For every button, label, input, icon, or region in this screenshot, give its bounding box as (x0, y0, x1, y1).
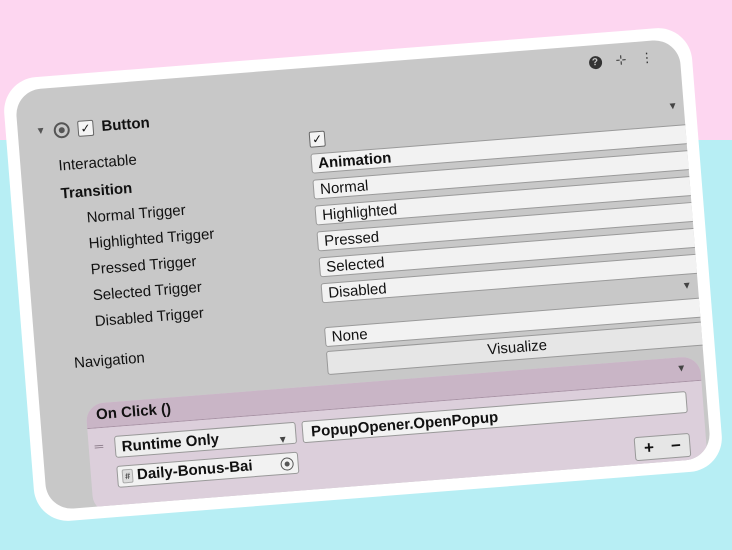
add-remove-buttons: + − (633, 432, 692, 462)
fold-arrow-icon[interactable]: ▼ (35, 125, 46, 137)
preset-sliders-icon[interactable]: ⊹ (613, 52, 628, 68)
runtime-mode-dropdown[interactable]: Runtime Only ▼ (113, 421, 298, 458)
add-listener-button[interactable]: + (643, 438, 654, 459)
disabled-trigger-label: Disabled Trigger (94, 304, 205, 331)
target-object-field[interactable]: # Daily-Bonus-Bai (116, 451, 300, 488)
interactable-label: Interactable (57, 151, 138, 175)
help-icon[interactable]: ? (588, 55, 603, 70)
pressed-trigger-label: Pressed Trigger (90, 253, 198, 279)
runtime-mode-value: Runtime Only (121, 430, 220, 456)
interactable-checkbox[interactable]: ✓ (308, 130, 326, 148)
interactable-dropdown-icon[interactable]: ▼ (667, 101, 678, 113)
runtime-dropdown-icon: ▼ (277, 434, 289, 447)
inspector-card: ? ⊹ ⋮ ▼ ✓ Button Interactable ✓ ▼ Transi… (1, 25, 725, 524)
header-icons: ? ⊹ ⋮ (588, 50, 655, 70)
component-icon (53, 121, 71, 139)
on-click-title: On Click () (95, 400, 172, 424)
navigation-dropdown-icon[interactable]: ▼ (681, 280, 692, 292)
more-vertical-icon[interactable]: ⋮ (639, 50, 654, 66)
object-picker-icon[interactable] (280, 456, 295, 471)
target-object-name: Daily-Bonus-Bai (136, 457, 254, 484)
component-title: Button (100, 114, 151, 136)
selected-trigger-label: Selected Trigger (92, 278, 203, 305)
drag-handle-icon[interactable]: ═ (94, 439, 107, 454)
component-header: ▼ ✓ Button (35, 114, 150, 140)
event-dropdown-icon[interactable]: ▼ (676, 363, 687, 375)
navigation-label: Navigation (73, 349, 146, 372)
button-component-panel: ? ⊹ ⋮ ▼ ✓ Button Interactable ✓ ▼ Transi… (14, 38, 712, 511)
script-hash-icon: # (121, 468, 134, 484)
transition-label: Transition (60, 179, 133, 203)
normal-trigger-label: Normal Trigger (86, 201, 187, 227)
component-enabled-checkbox[interactable]: ✓ (76, 119, 95, 137)
highlighted-trigger-label: Highlighted Trigger (88, 225, 215, 253)
remove-listener-button[interactable]: − (670, 436, 681, 457)
